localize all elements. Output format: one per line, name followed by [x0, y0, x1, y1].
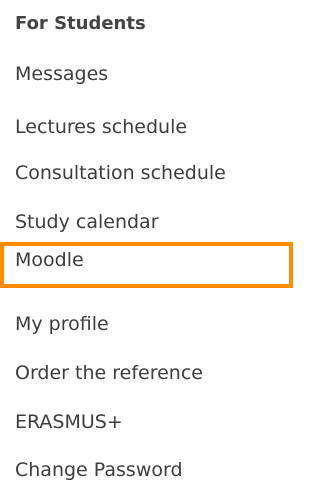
menu-item-change-password[interactable]: Change Password: [15, 453, 183, 487]
students-menu: For Students Messages Lectures schedule …: [0, 0, 293, 484]
menu-item-lectures-schedule[interactable]: Lectures schedule: [15, 110, 187, 144]
menu-item-order-the-reference[interactable]: Order the reference: [15, 356, 203, 390]
menu-heading: For Students: [15, 13, 146, 34]
menu-item-erasmus[interactable]: ERASMUS+: [15, 405, 123, 439]
menu-item-my-profile[interactable]: My profile: [15, 307, 109, 341]
menu-item-moodle[interactable]: Moodle: [0, 242, 293, 288]
menu-item-study-calendar[interactable]: Study calendar: [15, 205, 159, 239]
menu-item-consultation-schedule[interactable]: Consultation schedule: [15, 156, 226, 190]
menu-item-messages[interactable]: Messages: [15, 57, 108, 91]
